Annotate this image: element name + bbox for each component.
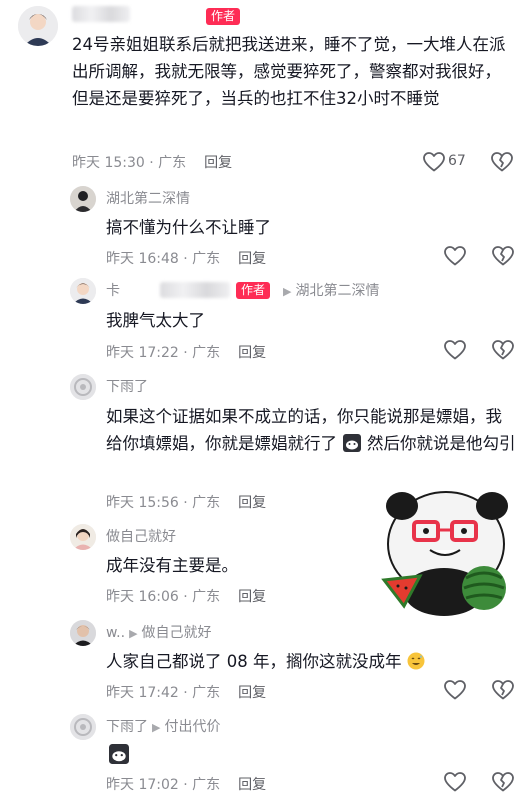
broken-heart-icon[interactable]	[491, 244, 515, 268]
comment-text-part: 人家自己都说了 08 年，搁你这就没成年	[106, 652, 402, 671]
avatar[interactable]	[70, 620, 96, 646]
comment-time: 昨天 17:22 · 广东	[106, 345, 221, 361]
commenter-name[interactable]: 做自己就好	[106, 526, 176, 546]
reply-target-name: 做自己就好	[141, 625, 212, 641]
cat-face-emoji-icon	[109, 744, 129, 764]
comment-meta: 昨天 17:22 · 广东 回复	[106, 342, 266, 362]
comment-time: 昨天 15:30 · 广东	[72, 155, 187, 171]
play-arrow-icon: ▶	[129, 627, 138, 640]
avatar[interactable]	[18, 6, 58, 46]
commenter-name[interactable]: 下雨了 ▶ 付出代价	[106, 716, 220, 736]
commenter-name[interactable]: 卡	[106, 280, 231, 300]
reply-comment: w.. ▶ 做自己就好 人家自己都说了 08 年，搁你这就没成年 昨天 17:42 …	[0, 618, 531, 710]
heart-outline-icon[interactable]	[443, 244, 467, 268]
blurred-name	[160, 282, 231, 298]
main-comment: 作者 24号亲姐姐联系后就把我送进来，睡不了觉，一大堆人在派出所调解，我就无限等…	[0, 0, 531, 180]
commenter-name-text: 卡	[106, 283, 120, 299]
comment-text: 如果这个证据如果不成立的话，你只能说那是嫖娼，我给你填嫖娼，你就是嫖娼就行了 然…	[106, 403, 516, 457]
comment-meta: 昨天 16:48 · 广东 回复	[106, 248, 266, 268]
broken-heart-icon[interactable]	[491, 338, 515, 362]
comment-time: 昨天 16:48 · 广东	[106, 251, 221, 267]
sweat-smile-emoji-icon	[407, 652, 425, 670]
like-count: 67	[448, 153, 466, 169]
heart-outline-icon[interactable]	[443, 338, 467, 362]
reply-to[interactable]: ▶ 湖北第二深情	[279, 280, 379, 300]
commenter-name[interactable]: 下雨了	[106, 376, 148, 396]
reply-target-name: 付出代价	[164, 719, 221, 735]
comment-time: 昨天 17:02 · 广东	[106, 777, 221, 793]
comment-text: 24号亲姐姐联系后就把我送进来，睡不了觉，一大堆人在派出所调解，我就无限等，感觉…	[72, 35, 506, 108]
comment-meta: 昨天 17:02 · 广东 回复	[106, 774, 266, 794]
heart-outline-icon[interactable]	[422, 150, 446, 174]
comment-text: 我脾气太大了	[106, 311, 205, 330]
avatar[interactable]	[70, 374, 96, 400]
broken-heart-icon[interactable]	[491, 678, 515, 702]
comment-time: 昨天 15:56 · 广东	[106, 495, 221, 511]
reply-comment: 湖北第二深情 搞不懂为什么不让睡了 昨天 16:48 · 广东 回复	[0, 182, 531, 272]
author-badge: 作者	[236, 282, 271, 299]
avatar-photo	[70, 620, 96, 646]
comment-meta: 昨天 17:42 · 广东 回复	[106, 682, 266, 702]
broken-heart-icon[interactable]	[491, 770, 515, 794]
heart-outline-icon[interactable]	[443, 770, 467, 794]
avatar-photo	[70, 524, 96, 550]
avatar-photo	[70, 186, 96, 212]
avatar[interactable]	[70, 278, 96, 304]
comment-text-part: 然后你就说是他勾引	[367, 434, 516, 453]
heart-outline-icon[interactable]	[443, 678, 467, 702]
reply-comment: 下雨了 ▶ 付出代价 昨天 17:02 · 广东 回复	[0, 712, 531, 800]
reply-comment: 做自己就好 成年没有主要是。 昨天 16:06 · 广东 回复	[0, 522, 531, 612]
comment-meta: 昨天 16:06 · 广东 回复	[106, 586, 266, 606]
reply-button[interactable]: 回复	[238, 495, 266, 511]
play-arrow-icon: ▶	[152, 721, 161, 734]
comment-meta: 昨天 15:56 · 广东 回复	[106, 492, 266, 512]
reply-button[interactable]: 回复	[238, 589, 266, 605]
reply-button[interactable]: 回复	[238, 685, 266, 701]
play-arrow-icon: ▶	[283, 285, 292, 298]
reply-button[interactable]: 回复	[238, 251, 266, 267]
comment-text: 人家自己都说了 08 年，搁你这就没成年	[106, 648, 516, 675]
author-badge: 作者	[206, 8, 241, 25]
commenter-name-text: 下雨了	[106, 719, 148, 735]
comment-time: 昨天 16:06 · 广东	[106, 589, 221, 605]
reply-button[interactable]: 回复	[204, 155, 232, 171]
comment-time: 昨天 17:42 · 广东	[106, 685, 221, 701]
avatar[interactable]	[70, 186, 96, 212]
blurred-name	[72, 6, 130, 22]
reply-comment: 卡 作者 ▶ 湖北第二深情 我脾气太大了 昨天 17:22 · 广东 回复	[0, 276, 531, 368]
avatar-photo	[70, 278, 96, 304]
avatar-photo	[18, 6, 58, 46]
comment-text: 成年没有主要是。	[106, 556, 238, 575]
comment-meta: 昨天 15:30 · 广东 回复	[72, 152, 232, 172]
commenter-name[interactable]: 湖北第二深情	[106, 188, 190, 208]
avatar[interactable]	[70, 714, 96, 740]
reply-button[interactable]: 回复	[238, 345, 266, 361]
reply-target-name: 湖北第二深情	[295, 283, 380, 299]
reply-button[interactable]: 回复	[238, 777, 266, 793]
commenter-name[interactable]: w.. ▶ 做自己就好	[106, 622, 212, 642]
avatar[interactable]	[70, 524, 96, 550]
cat-face-emoji-icon	[343, 434, 361, 452]
broken-heart-icon[interactable]	[490, 150, 514, 174]
commenter-name-text: w..	[106, 625, 126, 641]
commenter-name[interactable]	[72, 6, 130, 23]
comment-text: 搞不懂为什么不让睡了	[106, 218, 271, 237]
avatar-photo	[70, 714, 96, 740]
avatar-photo	[70, 374, 96, 400]
